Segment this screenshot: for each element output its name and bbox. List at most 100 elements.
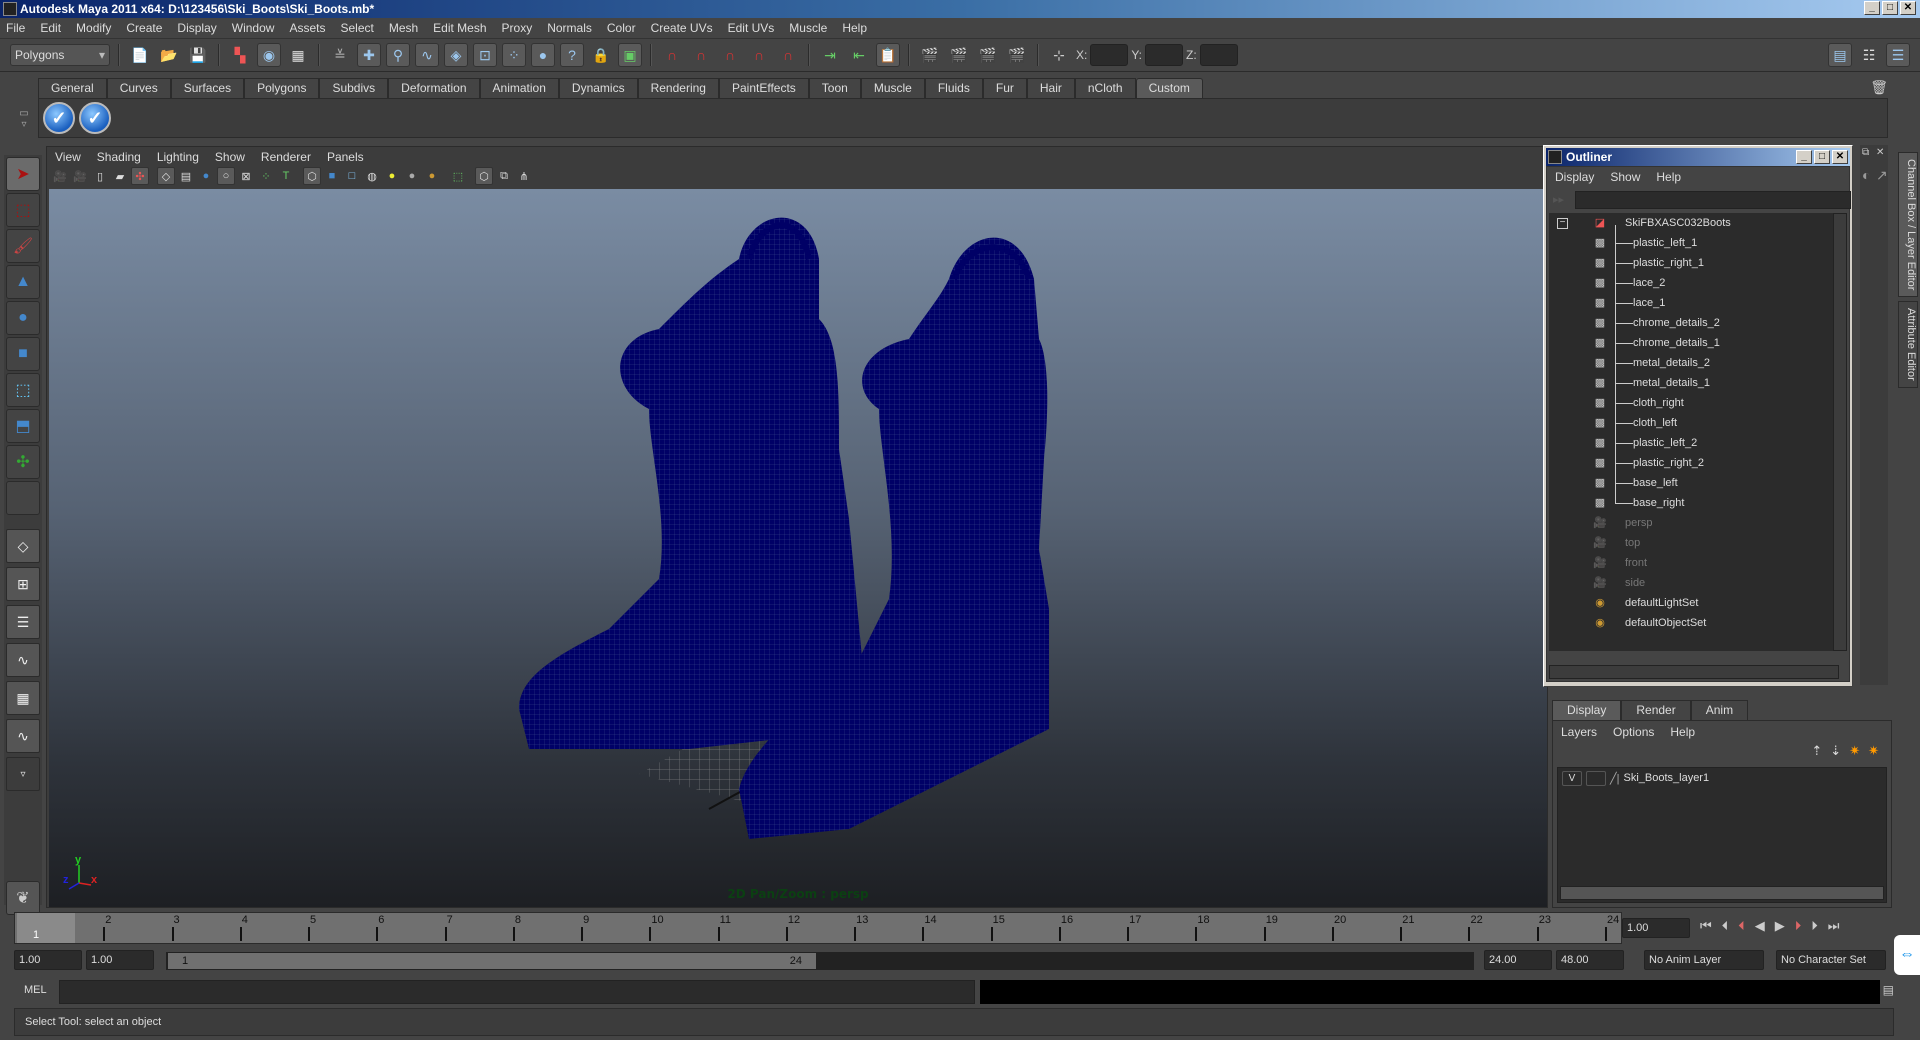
outliner-item[interactable]: ▩ lace_1 [1549, 293, 1839, 313]
outliner-item[interactable]: ▩ lace_2 [1549, 273, 1839, 293]
menu-file[interactable]: File [6, 21, 25, 35]
show-manipulator-icon[interactable]: ✣ [6, 445, 40, 479]
menu-edit-uvs[interactable]: Edit UVs [728, 21, 775, 35]
close-button[interactable]: ✕ [1900, 1, 1916, 15]
outliner-vertical-scrollbar[interactable] [1833, 213, 1847, 651]
menu-proxy[interactable]: Proxy [502, 21, 533, 35]
outliner-menu-display[interactable]: Display [1555, 170, 1594, 184]
menu-create[interactable]: Create [126, 21, 162, 35]
select-tool-icon[interactable]: ➤ [6, 157, 40, 191]
create-layer-from-selected-icon[interactable]: ✷ [1868, 743, 1879, 759]
xray-icon[interactable]: ⬡ [475, 167, 493, 185]
select-deformations-icon[interactable]: ⊡ [473, 43, 497, 67]
shelf-tab-hair[interactable]: Hair [1026, 78, 1075, 98]
grid-toggle-icon[interactable]: ◇ [157, 167, 175, 185]
select-rendering-icon[interactable]: ● [531, 43, 555, 67]
step-back-key-icon[interactable]: ⏴ [1738, 918, 1745, 934]
step-forward-frame-icon[interactable]: ⏵ [1811, 918, 1818, 934]
select-camera-icon[interactable]: 🎥 [51, 167, 69, 185]
select-curves-icon[interactable]: ∿ [415, 43, 439, 67]
playback-end-field[interactable]: 24.00 [1484, 950, 1552, 970]
shelf-tab-rendering[interactable]: Rendering [637, 78, 719, 98]
move-layer-down-icon[interactable]: ⇣ [1830, 743, 1841, 759]
create-empty-layer-icon[interactable]: ✷ [1849, 743, 1860, 759]
menu-muscle[interactable]: Muscle [789, 21, 827, 35]
outliner-item[interactable]: ▩ cloth_right [1549, 393, 1839, 413]
outliner-item[interactable]: ▩ plastic_left_2 [1549, 433, 1839, 453]
move-tool-icon[interactable]: ▲ [6, 265, 40, 299]
camera-attributes-icon[interactable]: 🎥 [71, 167, 89, 185]
shelf-tab-fluids[interactable]: Fluids [924, 78, 983, 98]
select-dynamics-icon[interactable]: ⁘ [502, 43, 526, 67]
ipr-render-icon[interactable]: 🎬 [976, 43, 1000, 67]
menu-set-dropdown[interactable]: Polygons [10, 44, 110, 66]
xray-components-icon[interactable]: ⋔ [515, 167, 533, 185]
animation-end-field[interactable]: 48.00 [1556, 950, 1624, 970]
select-joints-icon[interactable]: ⚲ [386, 43, 410, 67]
lasso-tool-icon[interactable]: ⬚ [6, 193, 40, 227]
show-channel-box-icon[interactable]: ☰ [1886, 43, 1910, 67]
resolution-gate-icon[interactable]: ● [197, 167, 215, 185]
trash-icon[interactable]: 🗑 [1870, 79, 1888, 96]
shelf-tab-dynamics[interactable]: Dynamics [558, 78, 638, 98]
gate-mask-icon[interactable]: ○ [217, 167, 235, 185]
paint-select-tool-icon[interactable]: 🖌 [6, 229, 40, 263]
universal-manipulator-icon[interactable]: ⬚ [6, 373, 40, 407]
select-surfaces-icon[interactable]: ◈ [444, 43, 468, 67]
show-tool-settings-icon[interactable]: ☷ [1857, 43, 1881, 67]
outliner-item[interactable]: ▩ base_left [1549, 473, 1839, 493]
go-to-start-icon[interactable]: ⏮ [1700, 918, 1712, 934]
shelf-tab-subdivs[interactable]: Subdivs [319, 78, 389, 98]
layer-tab-display[interactable]: Display [1552, 700, 1622, 720]
construction-history-icon[interactable]: 📋 [876, 43, 900, 67]
command-language-label[interactable]: MEL [24, 984, 47, 996]
current-time-field[interactable]: 1.00 [1622, 918, 1690, 938]
snap-to-curve-icon[interactable]: ∩ [689, 43, 713, 67]
check-icon[interactable]: ✓ [43, 102, 75, 134]
menu-window[interactable]: Window [232, 21, 275, 35]
open-scene-icon[interactable]: 📂 [157, 43, 181, 67]
persp-graph-layout-icon[interactable]: ∿ [6, 643, 40, 677]
menu-assets[interactable]: Assets [289, 21, 325, 35]
layer-editor-toggle-icon[interactable]: ↗ [1876, 167, 1888, 184]
outliner-close-button[interactable]: ✕ [1832, 150, 1848, 164]
step-back-frame-icon[interactable]: ⏴ [1722, 918, 1729, 934]
layer-menu-layers[interactable]: Layers [1561, 725, 1597, 739]
x-field[interactable] [1090, 44, 1129, 66]
menu-display[interactable]: Display [177, 21, 216, 35]
outliner-horizontal-scrollbar[interactable] [1549, 665, 1839, 679]
safe-title-icon[interactable]: T [277, 167, 295, 185]
range-slider-handle[interactable]: 1 24 [168, 953, 816, 969]
scale-tool-icon[interactable]: ■ [6, 337, 40, 371]
outliner-item[interactable]: ▩ plastic_right_1 [1549, 253, 1839, 273]
outliner-item[interactable]: ▩ base_right [1549, 493, 1839, 513]
character-set-dropdown[interactable]: No Character Set [1776, 950, 1886, 970]
menu-edit[interactable]: Edit [40, 21, 61, 35]
render-view-icon[interactable]: 🎬 [918, 43, 942, 67]
anim-layer-dropdown[interactable]: No Anim Layer [1644, 950, 1764, 970]
select-by-component-icon[interactable]: ▦ [286, 43, 310, 67]
hypershade-persp-layout-icon[interactable]: ▦ [6, 681, 40, 715]
make-live-icon[interactable]: ∩ [776, 43, 800, 67]
select-misc-icon[interactable]: ? [560, 43, 584, 67]
playback-start-field[interactable]: 1.00 [86, 950, 154, 970]
outliner-item[interactable]: ▩ plastic_right_2 [1549, 453, 1839, 473]
animation-start-field[interactable]: 1.00 [14, 950, 82, 970]
shelf-tab-painteffects[interactable]: PaintEffects [718, 78, 809, 98]
layer-row[interactable]: V ╱| Ski_Boots_layer1 [1558, 768, 1886, 788]
safe-action-icon[interactable]: ⁘ [257, 167, 275, 185]
select-by-object-icon[interactable]: ◉ [257, 43, 281, 67]
outliner-camera-item[interactable]: 🎥 persp [1549, 513, 1839, 533]
dock-float-icon[interactable]: ⧉ [1862, 147, 1869, 158]
minimize-button[interactable]: _ [1864, 1, 1880, 15]
single-perspective-layout-icon[interactable]: ◇ [6, 529, 40, 563]
textured-icon[interactable]: ◍ [363, 167, 381, 185]
time-slider[interactable]: 123456789101112131415161718192021222324 … [14, 912, 1622, 944]
range-slider[interactable]: 1 24 [166, 952, 1474, 970]
play-forwards-icon[interactable]: ▶ [1775, 918, 1785, 934]
use-all-lights-icon[interactable]: ● [403, 167, 421, 185]
outliner-menu-help[interactable]: Help [1656, 170, 1681, 184]
current-frame-indicator[interactable] [17, 913, 75, 943]
snap-to-view-plane-icon[interactable]: ∩ [747, 43, 771, 67]
panel-menu-lighting[interactable]: Lighting [157, 149, 199, 165]
